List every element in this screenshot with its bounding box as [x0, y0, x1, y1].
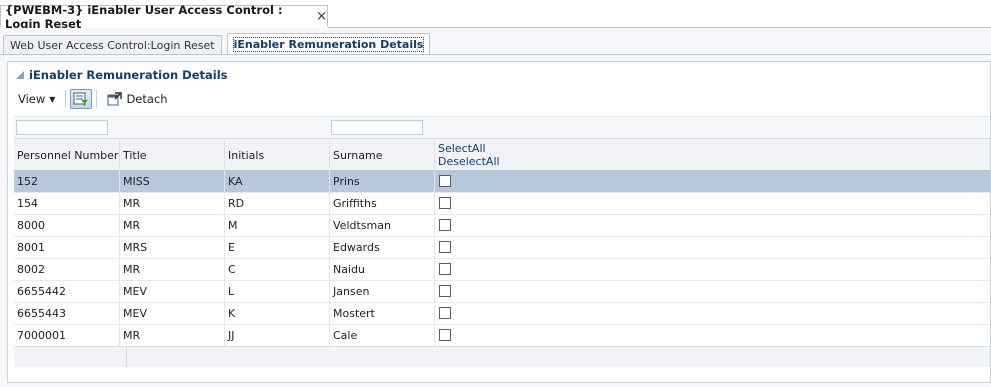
cell-surname: Veldtsman: [330, 214, 435, 236]
cell-title: MISS: [120, 170, 225, 192]
footer-divider: [126, 347, 127, 367]
column-header-label: Initials: [228, 148, 265, 162]
cell-initials: RD: [225, 192, 330, 214]
table-row[interactable]: 152 MISS KA Prins: [14, 170, 990, 193]
cell-initials: M: [225, 214, 330, 236]
toolbar-separator: [96, 90, 98, 108]
cell-surname: Naidu: [330, 258, 435, 280]
column-header-label: Title: [123, 148, 147, 162]
cell-initials: K: [225, 302, 330, 324]
detach-label: Detach: [126, 92, 168, 106]
row-checkbox[interactable]: [439, 263, 451, 275]
cell-surname: Edwards: [330, 236, 435, 258]
cell-surname: Jansen: [330, 280, 435, 302]
cell-title: MEV: [120, 302, 225, 324]
filter-row: [14, 116, 990, 139]
cell-title: MR: [120, 192, 225, 214]
column-header-personnel-number[interactable]: Personnel Number: [14, 139, 120, 171]
cell-initials: E: [225, 236, 330, 258]
cell-title: MR: [120, 258, 225, 280]
cell-surname: Griffiths: [330, 192, 435, 214]
window-tab[interactable]: {PWEBM-3} iEnabler User Access Control :…: [0, 3, 328, 31]
surname-filter-input[interactable]: [331, 120, 423, 135]
tab-ienabler-remuneration-details[interactable]: iEnabler Remuneration Details: [226, 33, 431, 54]
personnel-number-filter-input[interactable]: [16, 120, 108, 135]
remuneration-table: Personnel Number Title Initials Surname …: [14, 116, 990, 379]
view-label: View: [18, 92, 46, 106]
toolbar-separator: [65, 90, 67, 108]
row-checkbox[interactable]: [439, 241, 451, 253]
table-toolbar: View ▼ Detach: [14, 88, 168, 110]
column-header-title[interactable]: Title: [120, 139, 225, 171]
cell-title: MRS: [120, 236, 225, 258]
cell-select: [435, 170, 991, 192]
detach-icon: [107, 92, 123, 106]
query-by-example-button[interactable]: [70, 89, 93, 109]
cell-select: [435, 280, 991, 302]
panel-title: iEnabler Remuneration Details: [29, 68, 228, 82]
cell-personnel-number: 6655442: [14, 280, 120, 302]
table-row[interactable]: 6655442 MEV L Jansen: [14, 280, 990, 303]
row-checkbox[interactable]: [439, 175, 451, 187]
filter-icon: [73, 92, 89, 106]
row-checkbox[interactable]: [439, 197, 451, 209]
cell-select: [435, 324, 991, 346]
cell-title: MR: [120, 214, 225, 236]
table-row[interactable]: 8002 MR C Naidu: [14, 258, 990, 281]
table-row[interactable]: 154 MR RD Griffiths: [14, 192, 990, 215]
tab-web-user-access-control[interactable]: Web User Access Control:Login Reset: [3, 35, 222, 54]
row-checkbox[interactable]: [439, 219, 451, 231]
column-header-initials[interactable]: Initials: [225, 139, 330, 171]
table-row[interactable]: 8001 MRS E Edwards: [14, 236, 990, 259]
cell-personnel-number: 8002: [14, 258, 120, 280]
cell-title: MR: [120, 324, 225, 346]
deselect-all-link[interactable]: DeselectAll: [438, 155, 500, 168]
subtab-divider: [0, 54, 991, 55]
cell-select: [435, 192, 991, 214]
close-icon[interactable]: ×: [316, 9, 327, 24]
cell-personnel-number: 152: [14, 170, 120, 192]
cell-surname: Prins: [330, 170, 435, 192]
column-header-surname[interactable]: Surname: [330, 139, 435, 171]
table-row[interactable]: 6655443 MEV K Mostert: [14, 302, 990, 325]
cell-initials: KA: [225, 170, 330, 192]
column-header-select: SelectAll DeselectAll: [435, 139, 991, 171]
cell-personnel-number: 6655443: [14, 302, 120, 324]
cell-initials: C: [225, 258, 330, 280]
detach-button[interactable]: Detach: [107, 92, 168, 106]
chevron-down-icon: ▼: [49, 94, 56, 104]
remuneration-panel: iEnabler Remuneration Details View ▼ Det…: [7, 61, 991, 383]
panel-header[interactable]: iEnabler Remuneration Details: [10, 66, 228, 84]
window-tab-title: {PWEBM-3} iEnabler User Access Control :…: [5, 2, 283, 31]
row-checkbox[interactable]: [439, 285, 451, 297]
subtab-bar: Web User Access Control:Login Reset iEna…: [3, 33, 435, 55]
cell-select: [435, 236, 991, 258]
column-header-label: Surname: [333, 148, 383, 162]
tab-label: Web User Access Control:Login Reset: [10, 38, 215, 52]
cell-personnel-number: 7000001: [14, 324, 120, 346]
tab-label: iEnabler Remuneration Details: [232, 36, 425, 52]
cell-personnel-number: 8000: [14, 214, 120, 236]
cell-title: MEV: [120, 280, 225, 302]
cell-select: [435, 214, 991, 236]
cell-personnel-number: 154: [14, 192, 120, 214]
cell-surname: Cale: [330, 324, 435, 346]
cell-surname: Mostert: [330, 302, 435, 324]
row-checkbox[interactable]: [439, 329, 451, 341]
table-footer: [14, 346, 990, 367]
cell-initials: L: [225, 280, 330, 302]
table-row[interactable]: 8000 MR M Veldtsman: [14, 214, 990, 237]
cell-personnel-number: 8001: [14, 236, 120, 258]
column-header-label: Personnel Number: [17, 148, 119, 162]
cell-select: [435, 258, 991, 280]
cell-initials: JJ: [225, 324, 330, 346]
view-menu-button[interactable]: View ▼: [14, 92, 61, 106]
content-frame: Web User Access Control:Login Reset iEna…: [0, 28, 991, 387]
collapse-triangle-icon[interactable]: [16, 71, 24, 79]
row-checkbox[interactable]: [439, 307, 451, 319]
table-header-row: Personnel Number Title Initials Surname …: [14, 138, 990, 172]
cell-select: [435, 302, 991, 324]
table-row[interactable]: 7000001 MR JJ Cale: [14, 324, 990, 347]
select-all-link[interactable]: SelectAll: [438, 142, 486, 155]
